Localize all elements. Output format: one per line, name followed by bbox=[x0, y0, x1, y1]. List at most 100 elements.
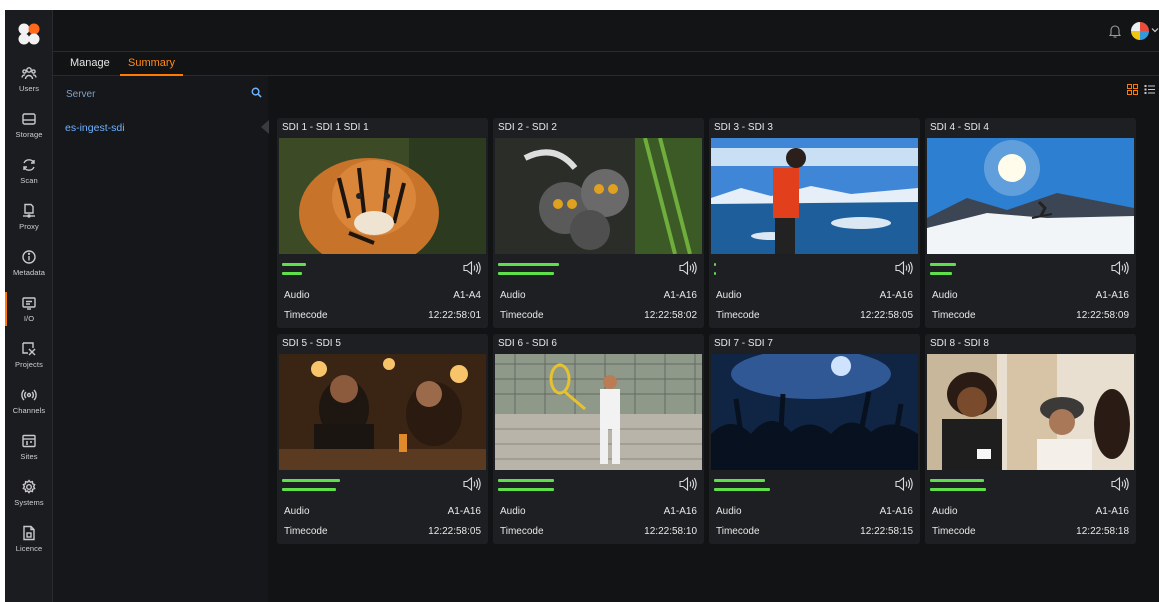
sidebar-item-io[interactable]: I/O bbox=[5, 290, 53, 336]
channel-card-2[interactable]: SDI 2 - SDI 2 Audio A1-A16 Timecode 12:2… bbox=[493, 118, 704, 328]
timecode-label: Timecode bbox=[500, 526, 544, 537]
channel-preview[interactable] bbox=[711, 138, 918, 254]
channel-preview[interactable] bbox=[279, 138, 486, 254]
channel-card-6[interactable]: SDI 6 - SDI 6 Audio A1-A16 Timecode 12:2… bbox=[493, 334, 704, 544]
list-view-icon[interactable] bbox=[1144, 84, 1155, 95]
channel-card-1[interactable]: SDI 1 - SDI 1 SDI 1 Audio A1-A4 Timecode… bbox=[277, 118, 488, 328]
channel-preview[interactable] bbox=[279, 354, 486, 470]
channel-preview[interactable] bbox=[711, 354, 918, 470]
sidebar-item-sites[interactable]: Sites bbox=[5, 428, 53, 474]
video-thumbnail bbox=[711, 138, 918, 254]
grid-view-icon[interactable] bbox=[1127, 84, 1138, 95]
speaker-icon[interactable] bbox=[678, 476, 698, 492]
timecode-value: 12:22:58:05 bbox=[428, 526, 481, 537]
timecode-row: Timecode 12:22:58:01 bbox=[284, 310, 481, 321]
io-icon bbox=[22, 297, 36, 310]
collapse-panel-icon[interactable] bbox=[260, 120, 270, 134]
audio-value: A1-A16 bbox=[879, 506, 913, 517]
tab-manage[interactable]: Manage bbox=[70, 57, 110, 76]
speaker-icon[interactable] bbox=[1110, 260, 1130, 276]
video-thumbnail bbox=[495, 138, 702, 254]
user-avatar[interactable] bbox=[1131, 22, 1149, 40]
timecode-row: Timecode 12:22:58:18 bbox=[932, 526, 1129, 537]
channels-icon bbox=[21, 389, 37, 401]
tab-summary[interactable]: Summary bbox=[120, 57, 184, 76]
video-thumbnail bbox=[927, 354, 1134, 470]
sidebar-item-label: Metadata bbox=[12, 268, 46, 277]
sidebar-item-label: I/O bbox=[23, 314, 35, 323]
sidebar-item-licence[interactable]: Licence bbox=[5, 520, 53, 566]
server-list-item[interactable]: es-ingest-sdi bbox=[53, 122, 268, 140]
notifications-bell-icon[interactable] bbox=[1107, 23, 1123, 39]
audio-meter-left bbox=[498, 263, 560, 266]
sidebar-item-metadata[interactable]: Metadata bbox=[5, 244, 53, 290]
timecode-row: Timecode 12:22:58:09 bbox=[932, 310, 1129, 321]
chevron-down-icon[interactable] bbox=[1151, 26, 1159, 34]
audio-row: Audio A1-A16 bbox=[716, 506, 913, 517]
sidebar-nav: Users Storage Scan Proxy Metadata I/O Projects… bbox=[5, 60, 53, 566]
audio-meter-right bbox=[930, 488, 987, 491]
audio-meter-left bbox=[714, 479, 765, 482]
server-search-input[interactable] bbox=[61, 85, 264, 104]
speaker-icon[interactable] bbox=[462, 476, 482, 492]
video-thumbnail bbox=[711, 354, 918, 470]
timecode-row: Timecode 12:22:58:02 bbox=[500, 310, 697, 321]
sidebar-item-systems[interactable]: Systems bbox=[5, 474, 53, 520]
channel-title: SDI 3 - SDI 3 bbox=[714, 122, 773, 133]
timecode-label: Timecode bbox=[284, 526, 328, 537]
audio-label: Audio bbox=[500, 506, 526, 517]
search-icon[interactable] bbox=[251, 87, 262, 98]
speaker-icon[interactable] bbox=[894, 260, 914, 276]
sidebar-item-channels[interactable]: Channels bbox=[5, 382, 53, 428]
speaker-icon[interactable] bbox=[462, 260, 482, 276]
channel-card-3[interactable]: SDI 3 - SDI 3 Audio A1-A16 Timecode 12:2… bbox=[709, 118, 920, 328]
video-thumbnail bbox=[927, 138, 1134, 254]
timecode-label: Timecode bbox=[932, 310, 976, 321]
channel-title: SDI 6 - SDI 6 bbox=[498, 338, 557, 349]
audio-label: Audio bbox=[932, 506, 958, 517]
timecode-value: 12:22:58:15 bbox=[860, 526, 913, 537]
speaker-icon[interactable] bbox=[1110, 476, 1130, 492]
sidebar-item-label: Proxy bbox=[19, 222, 39, 231]
audio-value: A1-A16 bbox=[879, 290, 913, 301]
sidebar: Users Storage Scan Proxy Metadata I/O Projects… bbox=[5, 10, 53, 602]
audio-level-meters bbox=[930, 260, 1100, 280]
audio-label: Audio bbox=[932, 290, 958, 301]
channel-preview[interactable] bbox=[927, 354, 1134, 470]
sidebar-item-projects[interactable]: Projects bbox=[5, 336, 53, 382]
sites-icon bbox=[22, 434, 36, 448]
channel-preview[interactable] bbox=[495, 354, 702, 470]
sidebar-item-scan[interactable]: Scan bbox=[5, 152, 53, 198]
audio-meter-right bbox=[714, 272, 716, 275]
top-header bbox=[53, 10, 1159, 52]
audio-value: A1-A16 bbox=[1095, 290, 1129, 301]
audio-meter-left bbox=[282, 263, 306, 266]
timecode-row: Timecode 12:22:58:15 bbox=[716, 526, 913, 537]
speaker-icon[interactable] bbox=[894, 476, 914, 492]
channel-card-4[interactable]: SDI 4 - SDI 4 Audio A1-A16 Timecode 12:2… bbox=[925, 118, 1136, 328]
systems-icon bbox=[22, 479, 36, 494]
audio-row: Audio A1-A16 bbox=[284, 506, 481, 517]
timecode-value: 12:22:58:02 bbox=[644, 310, 697, 321]
audio-row: Audio A1-A16 bbox=[932, 506, 1129, 517]
sidebar-item-label: Licence bbox=[15, 544, 43, 553]
audio-meter-right bbox=[930, 272, 953, 275]
users-icon bbox=[21, 67, 37, 80]
sidebar-item-label: Systems bbox=[14, 498, 44, 507]
proxy-icon bbox=[23, 203, 35, 218]
timecode-label: Timecode bbox=[932, 526, 976, 537]
channel-grid: SDI 1 - SDI 1 SDI 1 Audio A1-A4 Timecode… bbox=[277, 118, 1143, 548]
sidebar-item-users[interactable]: Users bbox=[5, 60, 53, 106]
channel-card-7[interactable]: SDI 7 - SDI 7 Audio A1-A16 Timecode 12:2… bbox=[709, 334, 920, 544]
audio-label: Audio bbox=[716, 506, 742, 517]
channel-card-8[interactable]: SDI 8 - SDI 8 Audio A1-A16 Timecode 12:2… bbox=[925, 334, 1136, 544]
channel-preview[interactable] bbox=[495, 138, 702, 254]
sidebar-item-proxy[interactable]: Proxy bbox=[5, 198, 53, 244]
channel-preview[interactable] bbox=[927, 138, 1134, 254]
view-toggle bbox=[1127, 84, 1155, 95]
app-logo[interactable] bbox=[17, 22, 41, 46]
speaker-icon[interactable] bbox=[678, 260, 698, 276]
audio-label: Audio bbox=[500, 290, 526, 301]
sidebar-item-storage[interactable]: Storage bbox=[5, 106, 53, 152]
channel-card-5[interactable]: SDI 5 - SDI 5 Audio A1-A16 Timecode 12:2… bbox=[277, 334, 488, 544]
